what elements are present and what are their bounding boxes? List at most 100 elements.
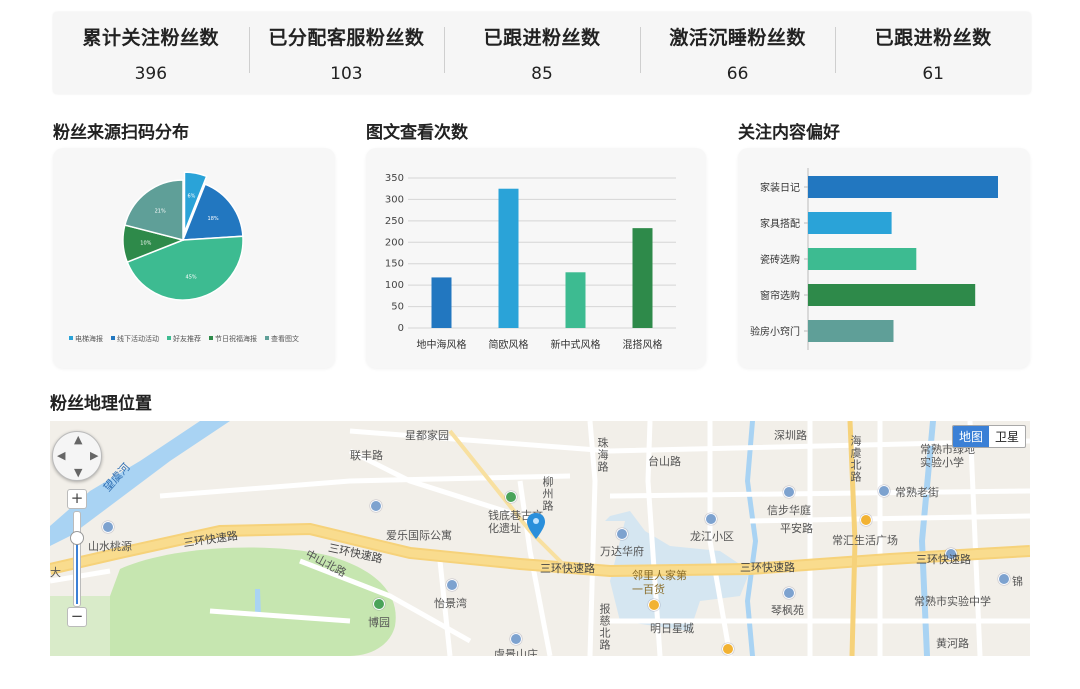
- legend-swatch: [111, 336, 115, 340]
- stat-value: 103: [330, 63, 363, 84]
- poi-icon[interactable]: [370, 500, 382, 512]
- pie-slice-label: 45%: [186, 274, 197, 280]
- map-label: 常汇生活广场: [832, 534, 898, 547]
- y-tick-label: 家具搭配: [760, 217, 800, 230]
- pie-chart-card: 6% 18% 45% 10% 21% 电梯海报 线下活动活动 好友推荐 节日祝福海报 查看图文: [53, 148, 335, 368]
- map-zoom-control[interactable]: + −: [67, 489, 87, 629]
- pan-down-icon[interactable]: ▼: [74, 466, 82, 479]
- legend-item: 电梯海报: [75, 334, 103, 343]
- section-title-preference: 关注内容偏好: [738, 123, 840, 143]
- pan-left-icon[interactable]: ◀: [57, 449, 65, 462]
- poi-icon[interactable]: [783, 486, 795, 498]
- stat-value: 396: [134, 63, 168, 84]
- stat-reactivated: 激活沉睡粉丝数 66: [639, 23, 836, 84]
- map-label: 虞景山庄: [494, 648, 538, 656]
- map-pan-control[interactable]: ▲ ▼ ◀ ▶: [52, 431, 102, 481]
- y-tick-label: 250: [385, 216, 404, 227]
- map-label: 琴枫苑: [771, 604, 804, 617]
- poi-icon[interactable]: [510, 633, 522, 645]
- stat-label: 已分配客服粉丝数: [268, 26, 425, 49]
- map-label: 博园: [368, 616, 390, 629]
- poi-icon[interactable]: [722, 643, 734, 655]
- x-tick-label: 地中海风格: [417, 338, 467, 351]
- hbar-chart-card: 家装日记 家具搭配 瓷砖选购 窗帘选购 验房小窍门: [738, 148, 1030, 368]
- poi-icon[interactable]: [648, 599, 660, 611]
- zoom-slider-handle[interactable]: [70, 531, 84, 545]
- map-label: 邻里人家第一百货: [632, 569, 687, 596]
- bar[interactable]: [565, 272, 586, 328]
- zoom-in-button[interactable]: +: [67, 489, 87, 509]
- map-label: 爱乐国际公寓: [386, 529, 452, 542]
- poi-icon[interactable]: [998, 573, 1010, 585]
- y-tick-label: 200: [385, 237, 404, 248]
- bar-chart-card: 0 50 100 150 200 250 300 350 地中海风格 简欧风格 新中式风格 混搭风格: [366, 148, 706, 368]
- map-label: 珠海路: [596, 437, 609, 473]
- map-type-map-button[interactable]: 地图: [952, 426, 989, 447]
- stat-followed-up-2: 已跟进粉丝数 61: [835, 23, 1031, 84]
- zoom-slider-track[interactable]: [73, 511, 81, 607]
- stat-value: 66: [726, 63, 749, 84]
- map-label: 万达华府: [600, 545, 644, 558]
- section-title-source: 粉丝来源扫码分布: [53, 123, 189, 143]
- map-label: 大: [50, 566, 61, 579]
- pie-chart: 6% 18% 45% 10% 21% 电梯海报 线下活动活动 好友推荐 节日祝福海报 查看图文: [69, 171, 299, 343]
- map-label: 平安路: [780, 522, 813, 535]
- map-label: 星都家园: [405, 429, 449, 442]
- poi-icon[interactable]: [373, 598, 385, 610]
- hbar[interactable]: [808, 212, 892, 234]
- poi-icon[interactable]: [783, 587, 795, 599]
- map-label: 信步华庭: [767, 504, 811, 517]
- section-title-views: 图文查看次数: [366, 123, 468, 143]
- pan-up-icon[interactable]: ▲: [74, 433, 82, 446]
- legend-swatch: [69, 336, 73, 340]
- map-label: 怡景湾: [434, 597, 467, 610]
- hbar[interactable]: [808, 284, 976, 306]
- location-pin-icon[interactable]: [527, 513, 545, 539]
- map-label: 联丰路: [350, 449, 383, 462]
- stat-followed-up: 已跟进粉丝数 85: [444, 23, 640, 84]
- hbar[interactable]: [808, 320, 894, 342]
- map-label: 三环快速路: [916, 553, 971, 566]
- poi-icon[interactable]: [102, 521, 114, 533]
- legend-item: 线下活动活动: [117, 334, 159, 343]
- legend-swatch: [167, 336, 171, 340]
- poi-icon[interactable]: [860, 514, 872, 526]
- y-tick-label: 验房小窍门: [750, 325, 800, 338]
- stat-assigned-followers: 已分配客服粉丝数 103: [248, 23, 445, 84]
- stat-label: 已跟进粉丝数: [483, 26, 601, 49]
- poi-icon[interactable]: [616, 528, 628, 540]
- legend-item: 节日祝福海报: [215, 334, 257, 343]
- zoom-out-button[interactable]: −: [67, 607, 87, 627]
- x-tick-label: 新中式风格: [551, 338, 601, 351]
- section-title-geo: 粉丝地理位置: [50, 394, 152, 414]
- bar[interactable]: [431, 277, 452, 328]
- poi-icon[interactable]: [878, 485, 890, 497]
- map-label: 锦: [1012, 575, 1023, 588]
- map-label: 常熟市实验中学: [914, 595, 991, 608]
- map-label: 三环快速路: [740, 561, 795, 574]
- bar[interactable]: [632, 228, 653, 328]
- y-tick-label: 瓷砖选购: [760, 253, 800, 266]
- poi-icon[interactable]: [505, 491, 517, 503]
- geo-map[interactable]: 星都家园 联丰路 珠海路 台山路 深圳路 海虞北路 常熟市绿地实验小学 常熟老街…: [50, 421, 1030, 656]
- hbar[interactable]: [808, 176, 998, 198]
- pie-slice-label: 21%: [155, 209, 166, 215]
- bar[interactable]: [498, 188, 519, 328]
- map-label: 海虞北路: [849, 435, 862, 483]
- stat-label: 累计关注粉丝数: [82, 26, 220, 49]
- map-type-satellite-button[interactable]: 卫星: [989, 426, 1025, 447]
- legend-item: 查看图文: [271, 334, 299, 343]
- stat-value: 85: [531, 63, 553, 84]
- x-tick-label: 简欧风格: [489, 338, 529, 351]
- legend-swatch: [265, 336, 269, 340]
- poi-icon[interactable]: [705, 513, 717, 525]
- legend-item: 好友推荐: [173, 334, 201, 343]
- map-label: 报慈北路: [598, 603, 611, 651]
- pan-right-icon[interactable]: ▶: [90, 449, 98, 462]
- poi-icon[interactable]: [446, 579, 458, 591]
- stat-total-followers: 累计关注粉丝数 396: [53, 23, 249, 84]
- hbar[interactable]: [808, 248, 917, 270]
- map-label: 黄河路: [936, 637, 969, 650]
- legend-swatch: [209, 336, 213, 340]
- y-tick-label: 家装日记: [760, 181, 800, 194]
